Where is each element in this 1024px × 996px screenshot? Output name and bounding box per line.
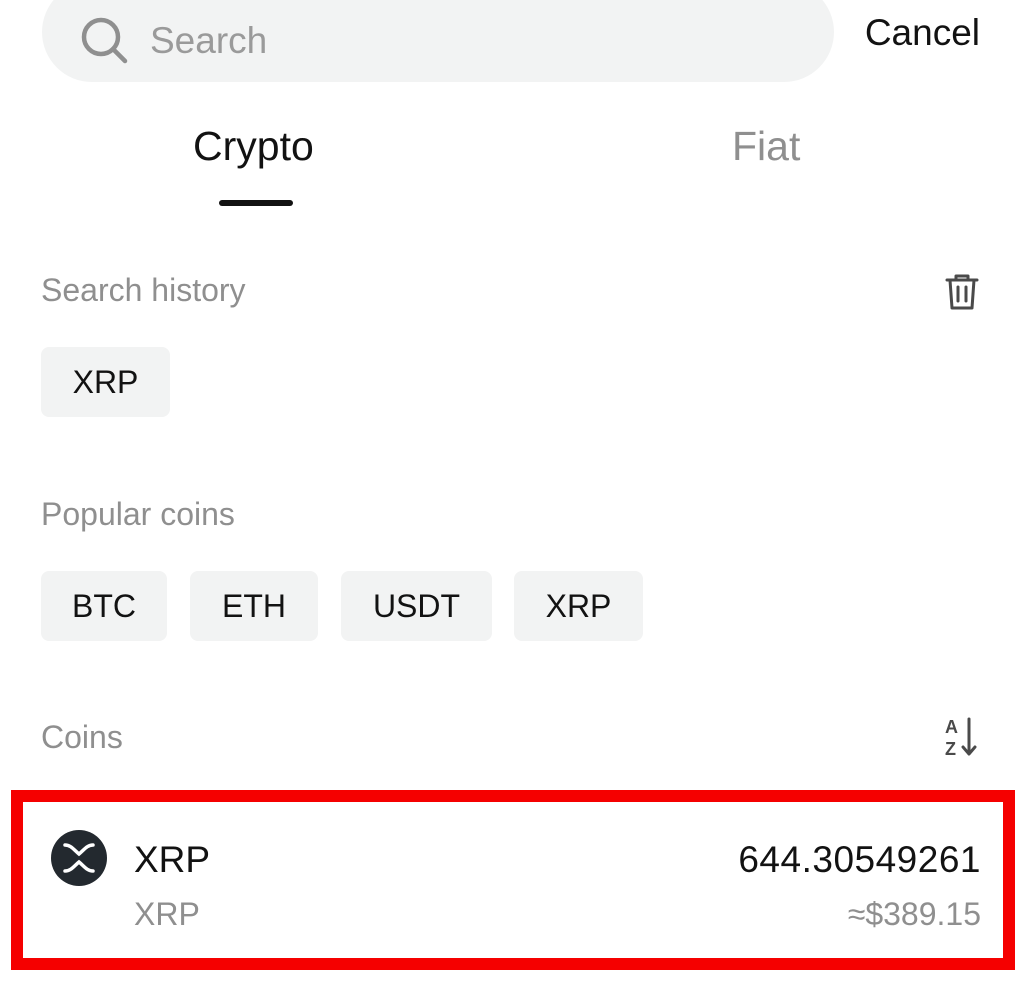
search-history-chip[interactable]: XRP (41, 347, 170, 417)
search-icon (81, 17, 128, 64)
coin-amount: 644.30549261 (738, 839, 981, 880)
popular-coin-chip-usdt[interactable]: USDT (341, 571, 492, 641)
coins-title: Coins (41, 719, 123, 755)
popular-coins-title: Popular coins (41, 496, 235, 532)
svg-text:Z: Z (945, 739, 956, 758)
popular-coin-chip-btc[interactable]: BTC (41, 571, 167, 641)
coin-name: XRP (134, 896, 200, 932)
tab-crypto[interactable]: Crypto (193, 118, 314, 174)
sort-alphabetical-icon[interactable]: A Z (944, 716, 978, 758)
coin-symbol: XRP (134, 839, 211, 880)
active-tab-indicator (219, 200, 293, 206)
search-history-title: Search history (41, 272, 246, 308)
svg-text:A: A (945, 717, 958, 737)
search-bar[interactable] (42, 0, 834, 82)
coin-usd-value: ≈$389.15 (847, 896, 981, 932)
search-input[interactable] (150, 20, 750, 62)
cancel-button[interactable]: Cancel (865, 8, 980, 58)
tab-fiat[interactable]: Fiat (732, 118, 800, 174)
popular-coin-chip-xrp[interactable]: XRP (514, 571, 643, 641)
xrp-logo-icon (51, 830, 107, 886)
popular-coin-chip-eth[interactable]: ETH (190, 571, 318, 641)
trash-icon[interactable] (944, 272, 980, 312)
coin-row-xrp[interactable]: XRP XRP 644.30549261 ≈$389.15 (11, 790, 1015, 970)
